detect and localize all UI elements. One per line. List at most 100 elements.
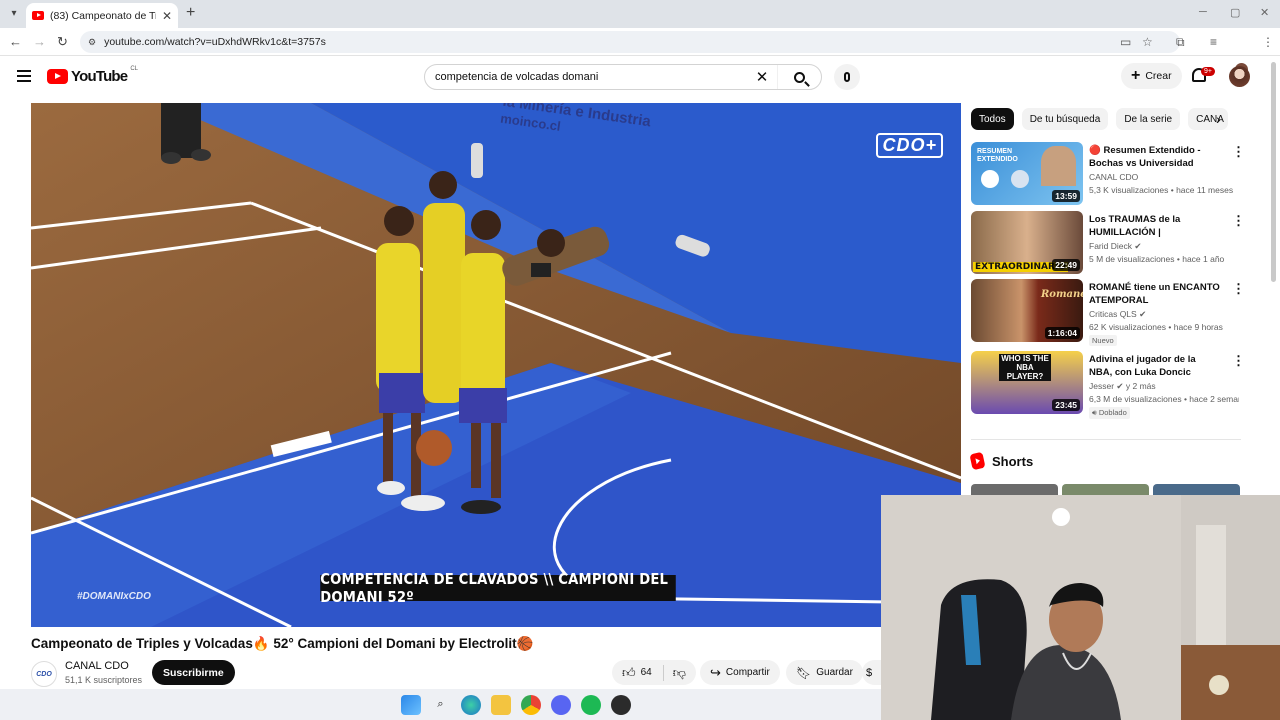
recommendation-title: Adivina el jugador de la NBA, con Luka D…	[1089, 354, 1196, 378]
more-options-icon[interactable]: ⋮	[1232, 281, 1245, 297]
extensions-icon[interactable]: ⧉	[1176, 35, 1185, 50]
recommendation-channel[interactable]: CANAL CDO	[1089, 172, 1138, 182]
new-tab-icon[interactable]: +	[186, 4, 195, 22]
dollar-icon: $	[866, 666, 873, 679]
video-player[interactable]: la Minería e Industria moinco.cl CDO+ CO…	[31, 103, 961, 627]
dubbed-icon: 🔊︎	[1092, 408, 1097, 417]
share-icon: ↪	[710, 664, 721, 680]
windows-start-icon[interactable]	[400, 694, 421, 715]
chip-canal[interactable]: CANA	[1188, 108, 1229, 130]
forward-icon[interactable]: →	[33, 34, 46, 49]
site-info-icon[interactable]: ⚙	[88, 37, 96, 48]
video-thumbnail[interactable]: Romané 1:16:04	[971, 279, 1083, 342]
spotify-icon[interactable]	[580, 694, 601, 715]
windows-taskbar: ⌕	[0, 689, 881, 720]
clear-search-icon[interactable]: ✕	[747, 68, 777, 86]
video-thumbnail[interactable]: WHO IS THE NBA PLAYER? 23:45	[971, 351, 1083, 414]
back-icon[interactable]: ←	[9, 34, 22, 49]
save-button[interactable]: 🔖︎ Guardar	[786, 660, 863, 685]
video-thumbnail[interactable]: RESUMEN EXTENDIDO 13:59	[971, 142, 1083, 205]
browser-toolbar: ← → ↻ ⚙ youtube.com/watch?v=uDxhdWRkv1c&…	[0, 28, 1280, 76]
thumbnail-text: RESUMEN EXTENDIDO	[977, 148, 1018, 163]
recommendation-item[interactable]: EXTRAORDINARIO 22:49 Los TRAUMAS de la H…	[971, 211, 1245, 275]
more-options-icon[interactable]: ⋮	[1232, 353, 1245, 369]
account-avatar[interactable]	[1229, 66, 1250, 87]
thanks-button[interactable]: $	[862, 660, 881, 685]
team-badge-icon	[981, 170, 999, 188]
thumbnail-text: Romané	[1041, 289, 1083, 300]
edge-icon[interactable]	[460, 694, 481, 715]
menu-icon[interactable]	[17, 70, 31, 82]
save-label: Guardar	[816, 667, 853, 678]
obs-icon[interactable]	[610, 694, 631, 715]
bookmark-star-icon[interactable]: ☆	[1142, 35, 1153, 49]
url-text: youtube.com/watch?v=uDxhdWRkv1c&t=3757s	[104, 36, 326, 48]
recommendation-title: Los TRAUMAS de la HUMILLACIÓN | Extraord…	[1089, 214, 1181, 238]
recommendation-meta: 6,3 M de visualizaciones • hace 2 seman.…	[1089, 394, 1239, 404]
video-duration: 22:49	[1052, 259, 1080, 271]
reading-list-icon[interactable]: ≡	[1210, 35, 1217, 49]
webcam-frame	[881, 495, 1280, 720]
tab-search-icon[interactable]: ▾	[6, 5, 22, 21]
search-icon	[794, 71, 805, 83]
youtube-play-icon	[47, 69, 68, 84]
webcam-overlay	[881, 495, 1280, 720]
video-duration: 23:45	[1052, 399, 1080, 411]
video-hashtag: #DOMANIxCDO	[77, 591, 151, 602]
new-badge: Nuevo	[1089, 335, 1117, 346]
search-button[interactable]	[777, 65, 821, 89]
reload-icon[interactable]: ↻	[57, 34, 68, 50]
search-box[interactable]: competencia de volcadas domani ✕	[424, 64, 822, 90]
recommendation-meta: 5 M de visualizaciones • hace 1 año	[1089, 254, 1225, 264]
recommendation-title: ROMANÉ tiene un ENCANTO ATEMPORAL	[1089, 282, 1220, 306]
subscribe-button[interactable]: Suscribirme	[152, 660, 235, 685]
chevron-right-icon[interactable]: ›	[1216, 111, 1221, 127]
search-input[interactable]: competencia de volcadas domani	[425, 71, 747, 83]
chrome-icon[interactable]	[520, 694, 541, 715]
country-code: CL	[130, 65, 139, 72]
voice-search-button[interactable]	[834, 64, 860, 90]
player-figure	[1041, 146, 1076, 186]
maximize-icon[interactable]: ▢	[1230, 6, 1240, 19]
channel-name[interactable]: CANAL CDO	[65, 660, 129, 672]
page-scrollbar[interactable]	[1271, 62, 1276, 282]
video-title: Campeonato de Triples y Volcadas🔥 52° Ca…	[31, 636, 534, 651]
chip-de-la-serie[interactable]: De la serie	[1116, 108, 1181, 130]
browser-tab[interactable]: (83) Campeonato de Triples y V ✕	[26, 3, 178, 28]
file-explorer-icon[interactable]	[490, 694, 511, 715]
shorts-icon	[969, 451, 986, 471]
discord-icon[interactable]	[550, 694, 571, 715]
recommendation-channel[interactable]: Farid Dieck ✔	[1089, 241, 1141, 252]
window-close-icon[interactable]: ✕	[1260, 6, 1269, 19]
video-caption: COMPETENCIA DE CLAVADOS \\ CAMPIONI DEL …	[320, 570, 676, 606]
tab-title: (83) Campeonato de Triples y V	[50, 9, 156, 22]
address-bar[interactable]: ⚙ youtube.com/watch?v=uDxhdWRkv1c&t=3757…	[80, 31, 1180, 53]
browser-menu-icon[interactable]: ⋮	[1262, 35, 1274, 49]
channel-avatar[interactable]: CDO	[31, 661, 57, 687]
youtube-logo[interactable]: YouTube CL	[47, 65, 139, 85]
share-button[interactable]: ↪ Compartir	[700, 660, 780, 685]
youtube-header: YouTube CL competencia de volcadas doman…	[0, 56, 1280, 98]
plus-icon: +	[1131, 67, 1141, 84]
chip-de-tu-busqueda[interactable]: De tu búsqueda	[1021, 108, 1109, 130]
create-button[interactable]: + Crear	[1121, 63, 1182, 89]
cast-icon[interactable]: ▭	[1120, 35, 1131, 49]
more-options-icon[interactable]: ⋮	[1232, 213, 1245, 229]
recommendation-channel[interactable]: Jesser ✔ y 2 más	[1089, 381, 1156, 392]
thumbs-down-icon[interactable]: 👎︎	[673, 665, 686, 681]
recommendation-item[interactable]: RESUMEN EXTENDIDO 13:59 🔴 Resumen Extend…	[971, 142, 1245, 206]
recommendation-title: 🔴 Resumen Extendido - Bochas vs Universi…	[1089, 145, 1201, 169]
search-icon[interactable]: ⌕	[431, 695, 451, 715]
recommendation-channel[interactable]: Criticas QLS ✔	[1089, 309, 1146, 320]
recommendation-item[interactable]: Romané 1:16:04 ROMANÉ tiene un ENCANTO A…	[971, 279, 1245, 346]
tab-close-icon[interactable]: ✕	[162, 9, 172, 23]
thumbs-up-icon: 👍︎	[622, 664, 636, 680]
more-options-icon[interactable]: ⋮	[1232, 144, 1245, 160]
video-thumbnail[interactable]: EXTRAORDINARIO 22:49	[971, 211, 1083, 274]
like-button[interactable]: 👍︎ 64 👎︎	[612, 660, 696, 685]
create-label: Crear	[1145, 70, 1172, 82]
recommendation-item[interactable]: WHO IS THE NBA PLAYER? 23:45 Adivina el …	[971, 351, 1245, 419]
chip-todos[interactable]: Todos	[971, 108, 1014, 130]
shorts-header: Shorts	[969, 451, 1033, 471]
minimize-icon[interactable]: ─	[1199, 6, 1207, 18]
